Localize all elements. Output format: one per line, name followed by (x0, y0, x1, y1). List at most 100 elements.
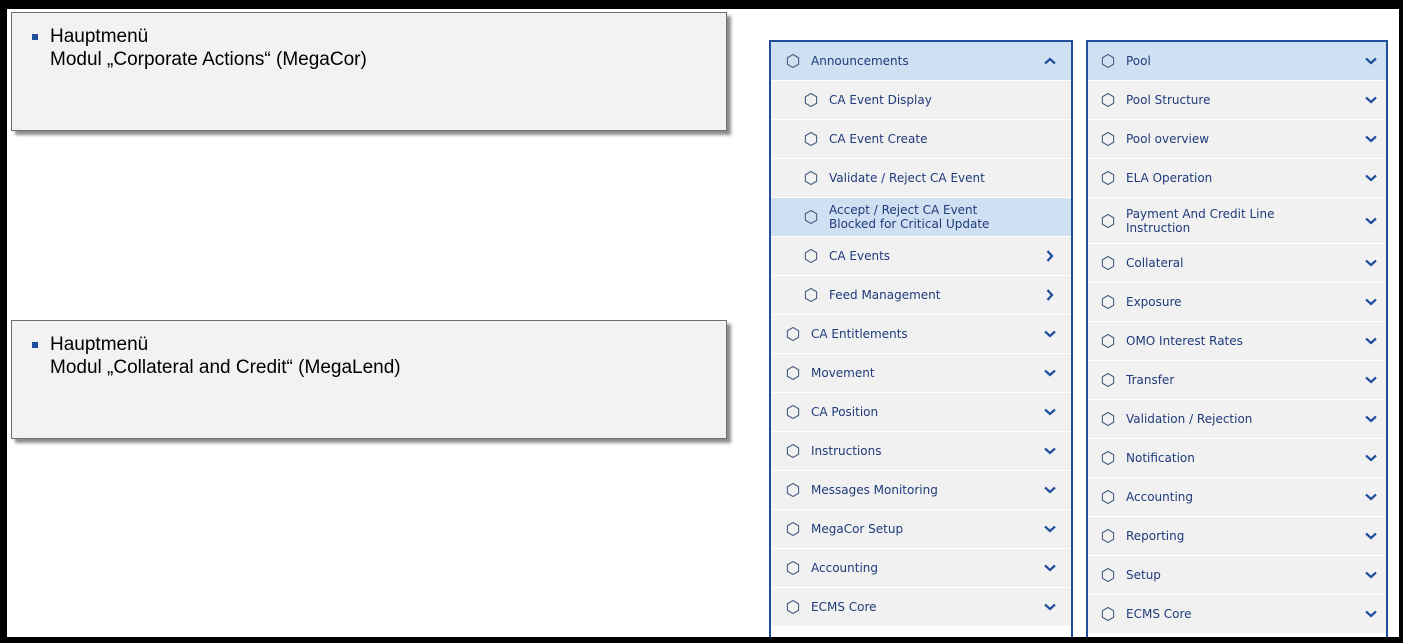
bullet-icon (32, 342, 38, 348)
hexagon-icon (803, 287, 819, 303)
menu-item-payment-and-credit-line-instruction[interactable]: Payment And Credit Line Instruction (1088, 198, 1386, 244)
menu-item-transfer[interactable]: Transfer (1088, 361, 1386, 400)
menu-item-label: CA Event Create (829, 132, 928, 146)
chevron-down-icon[interactable] (1364, 295, 1378, 309)
menu-item-validate-reject-ca-event[interactable]: Validate / Reject CA Event (771, 159, 1071, 198)
menu-item-setup[interactable]: Setup (1088, 556, 1386, 595)
menu-item-validation-rejection[interactable]: Validation / Rejection (1088, 400, 1386, 439)
chevron-down-icon[interactable] (1364, 607, 1378, 621)
menu-item-ca-position[interactable]: CA Position (771, 393, 1071, 432)
hexagon-icon (1100, 606, 1116, 622)
chevron-down-icon[interactable] (1043, 327, 1057, 341)
note-module: Modul „Collateral and Credit“ (MegaLend) (50, 357, 401, 378)
menu-item-label: Reporting (1126, 529, 1185, 543)
hexagon-icon (785, 443, 801, 459)
menu-item-accounting[interactable]: Accounting (1088, 478, 1386, 517)
menu-item-label: Accounting (811, 561, 879, 575)
chevron-down-icon[interactable] (1043, 366, 1057, 380)
hexagon-icon (785, 326, 801, 342)
note-title: Hauptmenü (50, 334, 149, 355)
chevron-down-icon[interactable] (1364, 171, 1378, 185)
menu-item-label: OMO Interest Rates (1126, 334, 1243, 348)
chevron-down-icon[interactable] (1364, 451, 1378, 465)
menu-item-instructions[interactable]: Instructions (771, 432, 1071, 471)
menu-item-label: Accept / Reject CA Event Blocked for Cri… (829, 203, 990, 231)
hexagon-icon (1100, 528, 1116, 544)
chevron-down-icon[interactable] (1364, 412, 1378, 426)
chevron-down-icon[interactable] (1043, 444, 1057, 458)
chevron-down-icon[interactable] (1043, 600, 1057, 614)
menu-item-label: Transfer (1126, 373, 1175, 387)
hexagon-icon (1100, 170, 1116, 186)
menu-item-movement[interactable]: Movement (771, 354, 1071, 393)
hexagon-icon (1100, 450, 1116, 466)
chevron-down-icon[interactable] (1364, 132, 1378, 146)
chevron-down-icon[interactable] (1364, 568, 1378, 582)
menu-item-ca-event-display[interactable]: CA Event Display (771, 81, 1071, 120)
menu-item-ecms-core[interactable]: ECMS Core (1088, 595, 1386, 634)
note-module: Modul „Corporate Actions“ (MegaCor) (50, 49, 367, 70)
hexagon-icon (803, 170, 819, 186)
hexagon-icon (785, 482, 801, 498)
menu-item-pool-structure[interactable]: Pool Structure (1088, 81, 1386, 120)
menu-item-ecms-core[interactable]: ECMS Core (771, 588, 1071, 627)
menu-item-collateral[interactable]: Collateral (1088, 244, 1386, 283)
hexagon-icon (1100, 411, 1116, 427)
chevron-down-icon[interactable] (1364, 214, 1378, 228)
menu-item-announcements[interactable]: Announcements (771, 42, 1071, 81)
menu-item-feed-management[interactable]: Feed Management (771, 276, 1071, 315)
menu-item-pool-overview[interactable]: Pool overview (1088, 120, 1386, 159)
menu-item-label: CA Entitlements (811, 327, 908, 341)
menu-item-label: Pool (1126, 54, 1151, 68)
hexagon-icon (1100, 53, 1116, 69)
megalend-main-menu: Pool Pool Structure Pool overview ELA Opera… (1086, 40, 1388, 639)
chevron-down-icon[interactable] (1043, 405, 1057, 419)
chevron-right-icon[interactable] (1043, 288, 1057, 302)
menu-item-label: ECMS Core (1126, 607, 1192, 621)
menu-item-label: Accounting (1126, 490, 1194, 504)
menu-item-accounting[interactable]: Accounting (771, 549, 1071, 588)
hexagon-icon (785, 521, 801, 537)
hexagon-icon (785, 53, 801, 69)
chevron-down-icon[interactable] (1364, 373, 1378, 387)
hexagon-icon (1100, 567, 1116, 583)
chevron-right-icon[interactable] (1043, 249, 1057, 263)
hexagon-icon (785, 365, 801, 381)
menu-item-ela-operation[interactable]: ELA Operation (1088, 159, 1386, 198)
chevron-down-icon[interactable] (1043, 522, 1057, 536)
hexagon-icon (1100, 333, 1116, 349)
chevron-down-icon[interactable] (1364, 490, 1378, 504)
hexagon-icon (803, 248, 819, 264)
chevron-down-icon[interactable] (1043, 561, 1057, 575)
menu-item-pool[interactable]: Pool (1088, 42, 1386, 81)
menu-item-exposure[interactable]: Exposure (1088, 283, 1386, 322)
menu-item-label: Collateral (1126, 256, 1184, 270)
chevron-up-icon[interactable] (1043, 54, 1057, 68)
chevron-down-icon[interactable] (1364, 93, 1378, 107)
chevron-down-icon[interactable] (1364, 256, 1378, 270)
chevron-down-icon[interactable] (1043, 483, 1057, 497)
hexagon-icon (1100, 372, 1116, 388)
menu-item-label: Notification (1126, 451, 1195, 465)
menu-item-messages-monitoring[interactable]: Messages Monitoring (771, 471, 1071, 510)
hexagon-icon (803, 92, 819, 108)
note-megalend: Hauptmenü Modul „Collateral and Credit“ … (11, 320, 727, 439)
menu-item-accept-reject-ca-event-blocked-for-critical-update[interactable]: Accept / Reject CA Event Blocked for Cri… (771, 198, 1071, 237)
hexagon-icon (1100, 92, 1116, 108)
note-title: Hauptmenü (50, 26, 149, 47)
menu-item-notification[interactable]: Notification (1088, 439, 1386, 478)
chevron-down-icon[interactable] (1364, 529, 1378, 543)
menu-item-omo-interest-rates[interactable]: OMO Interest Rates (1088, 322, 1386, 361)
hexagon-icon (1100, 489, 1116, 505)
menu-item-ca-event-create[interactable]: CA Event Create (771, 120, 1071, 159)
menu-item-ca-entitlements[interactable]: CA Entitlements (771, 315, 1071, 354)
chevron-down-icon[interactable] (1364, 334, 1378, 348)
note-megacor: Hauptmenü Modul „Corporate Actions“ (Meg… (11, 12, 727, 131)
menu-item-label: Feed Management (829, 288, 941, 302)
hexagon-icon (785, 599, 801, 615)
chevron-down-icon[interactable] (1364, 54, 1378, 68)
menu-item-ca-events[interactable]: CA Events (771, 237, 1071, 276)
menu-item-megacor-setup[interactable]: MegaCor Setup (771, 510, 1071, 549)
menu-item-reporting[interactable]: Reporting (1088, 517, 1386, 556)
hexagon-icon (1100, 213, 1116, 229)
